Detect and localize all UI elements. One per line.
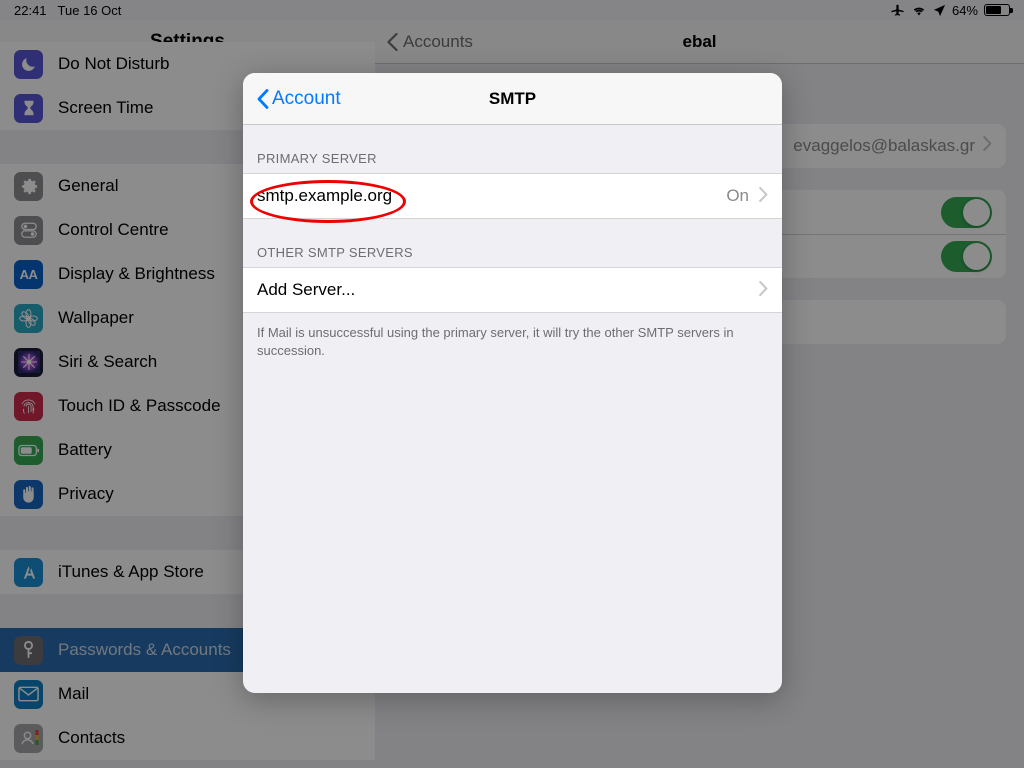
ipad-settings-screen: 22:41 Tue 16 Oct 64% (0, 0, 1024, 768)
chevron-right-icon (759, 280, 768, 301)
primary-server-card: smtp.example.org On (243, 173, 782, 219)
primary-server-row[interactable]: smtp.example.org On (243, 173, 782, 219)
chevron-right-icon (759, 186, 768, 207)
chevron-left-icon (257, 89, 269, 109)
add-server-label: Add Server... (257, 280, 355, 300)
primary-server-status: On (726, 186, 749, 206)
back-to-account-button[interactable]: Account (257, 88, 341, 110)
primary-server-section-header: PRIMARY SERVER (243, 125, 782, 173)
other-servers-card: Add Server... (243, 267, 782, 313)
add-server-row[interactable]: Add Server... (243, 267, 782, 313)
primary-server-name: smtp.example.org (257, 186, 392, 206)
smtp-modal: Account SMTP PRIMARY SERVER smtp.example… (243, 73, 782, 693)
modal-nav-bar: Account SMTP (243, 73, 782, 125)
other-servers-section-header: OTHER SMTP SERVERS (243, 219, 782, 267)
modal-back-label: Account (272, 88, 341, 110)
smtp-footer-text: If Mail is unsuccessful using the primar… (243, 313, 782, 359)
